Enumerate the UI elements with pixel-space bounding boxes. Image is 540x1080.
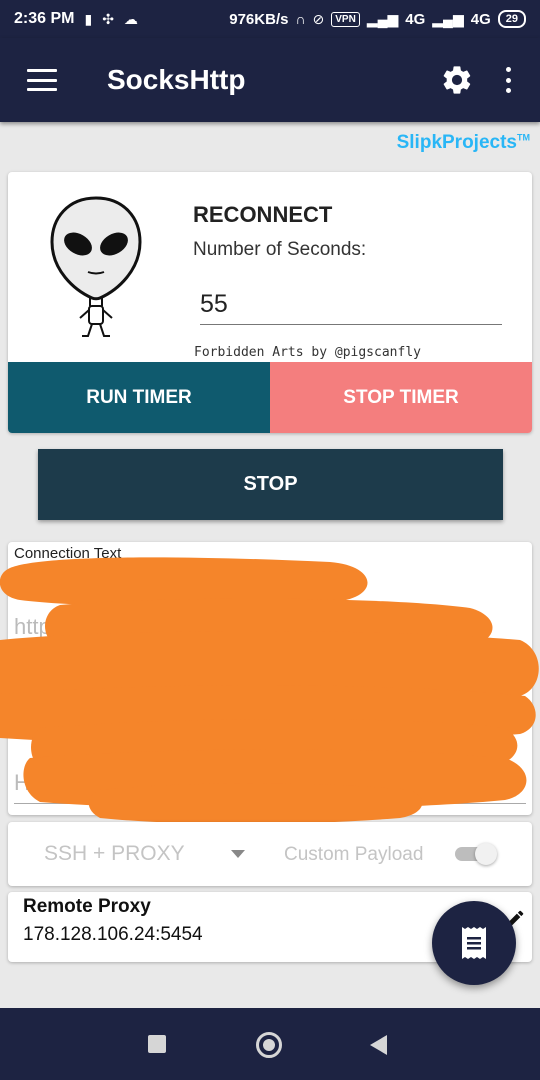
gear-icon[interactable] — [440, 63, 474, 97]
vpn-badge: VPN — [331, 11, 360, 27]
headphones-icon: ∩ — [295, 11, 306, 27]
cloud-icon: ☁ — [123, 10, 138, 27]
status-time: 2:36 PM — [14, 10, 75, 27]
reconnect-timer-card: RECONNECT Number of Seconds: Forbidden A… — [8, 172, 532, 433]
seconds-label: Number of Seconds: — [193, 239, 367, 260]
network-type-2: 4G — [470, 10, 491, 28]
connection-mode-card: SSH + PROXY Custom Payload — [8, 822, 532, 886]
signal-bars-icon-2: ▂▄▆ — [432, 10, 464, 27]
connection-line-1: http — [14, 614, 51, 639]
signal-bars-icon: ▂▄▆ — [366, 10, 399, 27]
remote-proxy-value: 178.128.106.24:5454 — [23, 924, 203, 945]
signal-icon: ▮ — [84, 10, 93, 27]
back-icon[interactable] — [370, 1035, 387, 1055]
brand-trademark: TM — [517, 132, 530, 143]
hamburger-menu-icon[interactable] — [27, 69, 57, 91]
timer-button-row: RUN TIMER STOP TIMER — [8, 362, 532, 433]
seconds-input[interactable] — [200, 285, 502, 325]
home-icon[interactable] — [256, 1032, 282, 1058]
stop-timer-button[interactable]: STOP TIMER — [270, 362, 532, 433]
status-bar: 2:36 PM ▮ ✣ ☁ 976KB/s ∩ ⊘ VPN ▂▄▆ 4G ▂▄▆… — [0, 0, 540, 38]
custom-payload-label: Custom Payload — [284, 844, 424, 865]
connection-text-card[interactable]: Connection Text http Ho Ho — [8, 542, 532, 815]
alien-illustration — [50, 196, 142, 337]
fan-icon: ✣ — [102, 10, 114, 27]
battery-indicator: 29 — [497, 10, 526, 28]
custom-payload-toggle[interactable] — [455, 843, 497, 865]
stop-button[interactable]: STOP — [38, 449, 503, 520]
connection-underline — [14, 803, 526, 804]
app-bar: SocksHttp — [0, 38, 540, 122]
brand-label: SlipkProjectsTM — [397, 132, 530, 154]
log-receipt-icon — [462, 927, 486, 959]
connection-line-2: Ho — [14, 678, 43, 703]
alarm-off-icon: ⊘ — [312, 10, 325, 27]
recent-apps-icon[interactable] — [148, 1035, 166, 1053]
toggle-thumb — [475, 843, 497, 865]
more-vertical-icon[interactable] — [504, 67, 512, 93]
network-speed: 976KB/s — [229, 10, 289, 28]
credit-text: Forbidden Arts by @pigscanfly — [194, 345, 421, 360]
connection-text-label: Connection Text — [14, 545, 122, 562]
run-timer-button[interactable]: RUN TIMER — [8, 362, 270, 433]
system-nav-bar — [0, 1008, 540, 1080]
reconnect-title: RECONNECT — [193, 202, 333, 227]
network-type-1: 4G — [405, 10, 426, 28]
dropdown-arrow-icon[interactable] — [231, 850, 245, 858]
connection-line-3: Ho — [14, 770, 43, 795]
app-title: SocksHttp — [107, 64, 246, 95]
brand-name: SlipkProjects — [396, 132, 517, 153]
remote-proxy-title: Remote Proxy — [23, 896, 151, 917]
log-fab-button[interactable] — [432, 901, 516, 985]
connection-mode-select[interactable]: SSH + PROXY — [44, 842, 185, 866]
